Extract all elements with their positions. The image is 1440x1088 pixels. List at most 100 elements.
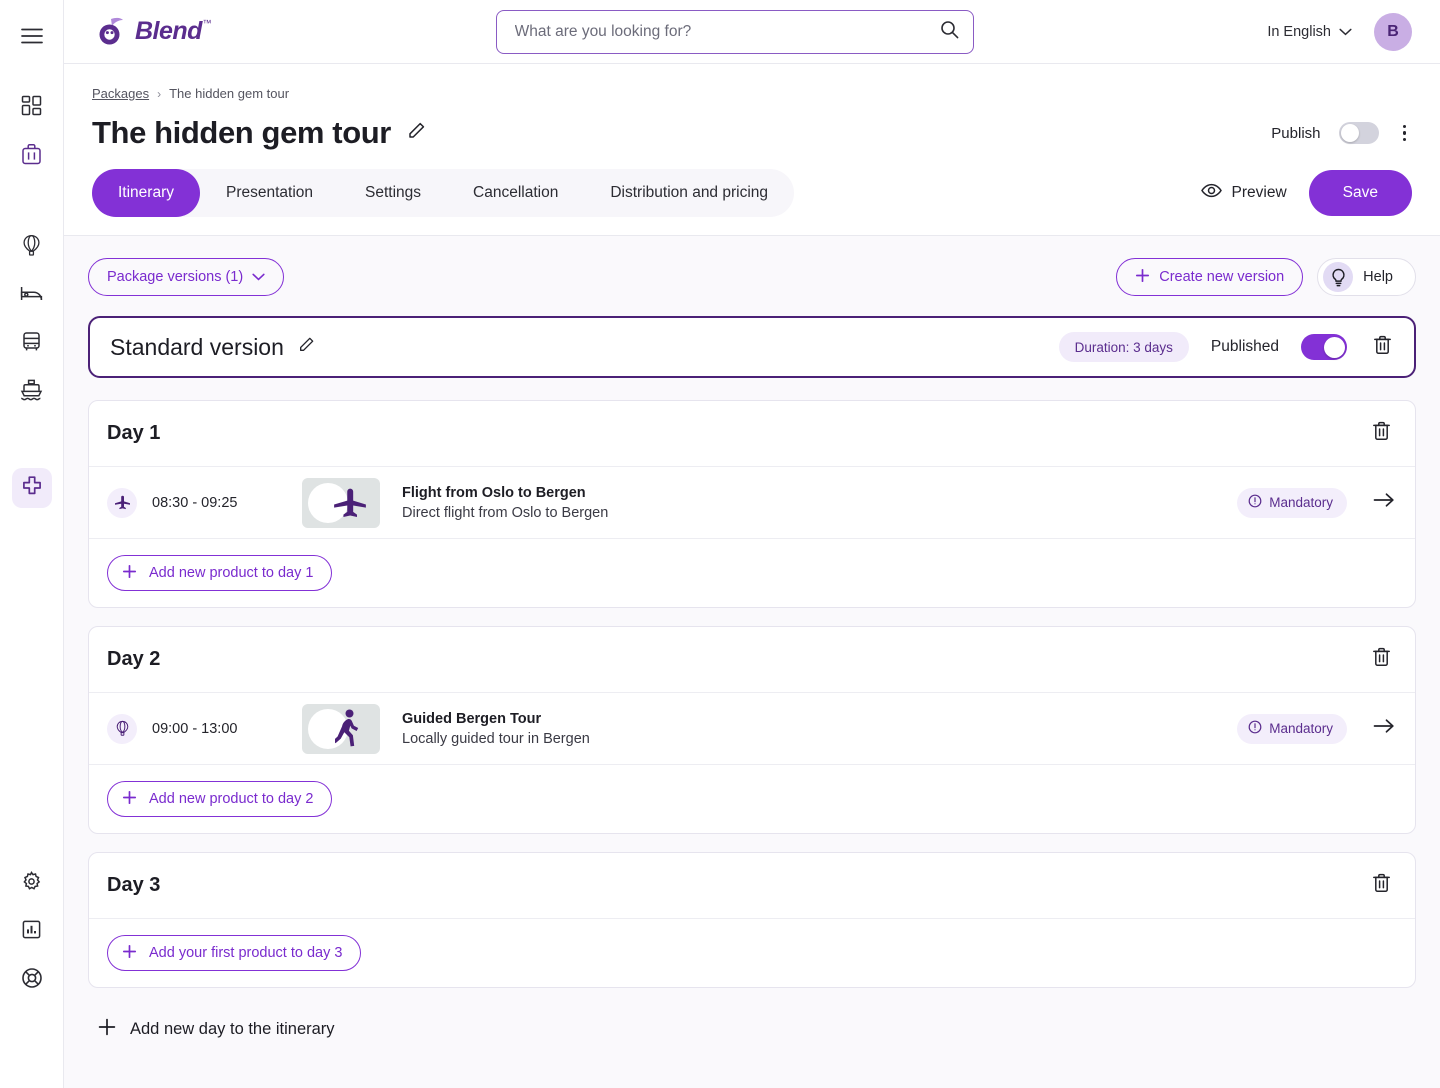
day-add-zone: Add new product to day 2 [89,765,1415,833]
add-product-to-day-2-button[interactable]: Add new product to day 2 [107,781,333,817]
product-text: Flight from Oslo to Bergen Direct flight… [402,485,608,521]
plane-icon [332,485,368,526]
sidebar [0,0,64,1088]
help-button[interactable]: Help [1317,258,1416,296]
trash-icon [1372,647,1391,672]
delete-version-button[interactable] [1369,331,1396,364]
dashboard-grid-icon [21,95,42,121]
sidebar-item-cruises[interactable] [12,372,52,412]
version-card[interactable]: Standard version Duration: 3 days Publis… [88,316,1416,378]
published-label: Published [1210,338,1279,355]
package-versions-dropdown[interactable]: Package versions (1) [88,258,285,296]
day-card: Day 1 08:30 - 09:25 Flight from Oslo to … [88,400,1416,608]
chevron-down-icon [1339,24,1352,40]
edit-title-button[interactable] [407,121,426,145]
tab-label: Presentation [226,184,314,201]
top-bar: Blend™ In English [64,0,1440,64]
delete-day-button[interactable] [1368,417,1395,450]
breadcrumb-current: The hidden gem tour [169,86,290,101]
day-card: Day 3 Add your first product to day 3 [88,852,1416,988]
publish-toggle[interactable] [1338,122,1379,144]
sidebar-item-dashboard[interactable] [12,88,52,128]
hamburger-icon [20,28,43,49]
create-new-version-button[interactable]: Create new version [1116,258,1304,296]
breadcrumb-packages[interactable]: Packages [92,86,149,101]
search-icon[interactable] [940,20,959,44]
preview-label: Preview [1231,184,1287,201]
walking-icon [333,709,361,754]
pencil-icon [407,121,426,145]
add-first-product-to-day-3-button[interactable]: Add your first product to day 3 [107,935,362,971]
tabs-row: Itinerary Presentation Settings Cancella… [92,169,1412,235]
product-time: 08:30 - 09:25 [152,494,238,511]
plus-icon [122,944,137,963]
plus-icon [122,564,137,583]
delete-day-button[interactable] [1368,869,1395,902]
sidebar-item-settings[interactable] [12,864,52,904]
product-thumbnail [302,703,380,754]
open-product-button[interactable] [1373,718,1395,739]
top-bar-right: In English B [1267,12,1412,51]
open-product-button[interactable] [1373,492,1395,513]
day-title: Day 1 [107,422,161,444]
published-toggle[interactable] [1301,334,1347,360]
lifebuoy-icon [21,967,43,994]
plus-icon [98,1018,116,1041]
tab-label: Cancellation [473,184,559,201]
more-options-button[interactable] [1397,121,1413,146]
blend-logo-icon [96,17,126,47]
product-actions: Mandatory [1237,713,1395,744]
sidebar-item-transport[interactable] [12,324,52,364]
product-thumbnail [302,477,380,528]
sidebar-item-reports[interactable] [12,912,52,952]
language-selector[interactable]: In English [1267,24,1352,40]
add-product-to-day-1-button[interactable]: Add new product to day 1 [107,555,333,591]
plus-icon [122,790,137,809]
hamburger-menu-button[interactable] [12,18,52,58]
language-label: In English [1267,23,1331,40]
search-box[interactable] [495,9,974,54]
page-header: Packages › The hidden gem tour The hidde… [64,64,1440,235]
plus-icon [1135,268,1150,287]
add-product-label: Add new product to day 1 [149,565,314,581]
tab-label: Distribution and pricing [610,184,769,201]
tab-distribution-and-pricing[interactable]: Distribution and pricing [584,169,794,217]
sidebar-item-trips[interactable] [12,136,52,176]
tab-settings[interactable]: Settings [339,169,447,217]
sidebar-item-packages[interactable] [11,468,52,508]
avatar[interactable]: B [1374,12,1412,51]
sidebar-item-accommodation[interactable] [12,276,52,316]
main-area: Blend™ In English [64,0,1440,1088]
help-label: Help [1363,269,1393,285]
sidebar-item-activities[interactable] [12,228,52,268]
gear-icon [21,871,42,897]
page-actions: Preview Save [1200,170,1412,216]
avatar-initial: B [1387,22,1399,40]
title-row: The hidden gem tour Publish [92,115,1412,151]
app-root: Blend™ In English [0,0,1440,1088]
brand-label: Blend [135,17,202,45]
product-row[interactable]: 09:00 - 13:00 Guided Bergen Tour Locally [89,693,1415,765]
mandatory-badge: Mandatory [1237,713,1347,744]
search-area [202,9,1267,54]
tab-label: Settings [365,184,422,201]
preview-button[interactable]: Preview [1200,183,1287,203]
product-actions: Mandatory [1237,487,1395,518]
suitcase-icon [21,143,42,170]
chevron-down-icon [252,269,265,285]
delete-day-button[interactable] [1368,643,1395,676]
tab-itinerary[interactable]: Itinerary [92,169,200,217]
save-button[interactable]: Save [1308,170,1412,216]
sidebar-item-support[interactable] [12,960,52,1000]
product-name: Guided Bergen Tour [402,710,542,727]
lightbulb-icon [1323,262,1354,292]
breadcrumb: Packages › The hidden gem tour [92,86,1412,101]
add-new-day-button[interactable]: Add new day to the itinerary [98,1018,335,1041]
tab-cancellation[interactable]: Cancellation [447,169,584,217]
brand-logo[interactable]: Blend ™ [96,17,211,47]
edit-version-button[interactable] [298,336,315,358]
search-input[interactable] [514,22,940,41]
product-row[interactable]: 08:30 - 09:25 Flight from Oslo to Bergen… [89,467,1415,539]
tab-presentation[interactable]: Presentation [200,169,339,217]
add-product-label: Add new product to day 2 [149,791,314,807]
